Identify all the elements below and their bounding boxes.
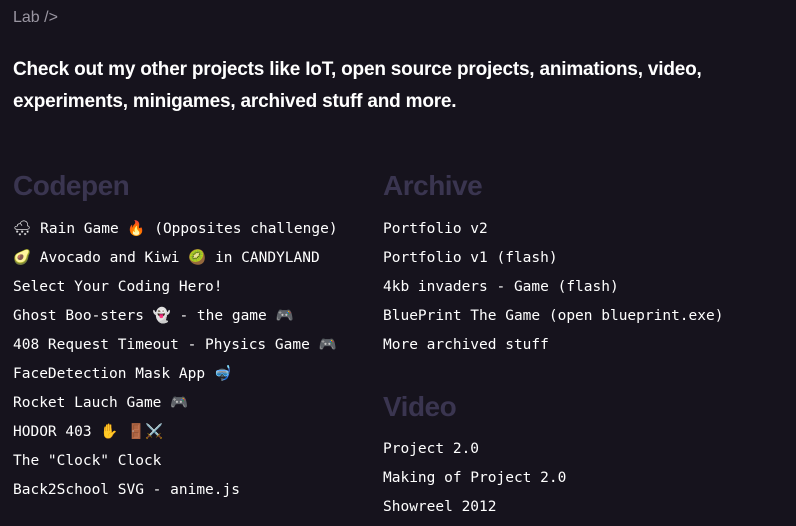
codepen-link[interactable]: FaceDetection Mask App 🤿	[13, 366, 232, 382]
list-item: Project 2.0	[383, 435, 566, 464]
archive-list: Portfolio v2 Portfolio v1 (flash) 4kb in…	[383, 215, 723, 360]
list-item: FaceDetection Mask App 🤿	[13, 360, 338, 389]
breadcrumb: Lab />	[13, 9, 58, 26]
list-item: 408 Request Timeout - Physics Game 🎮	[13, 331, 338, 360]
video-link[interactable]: Making of Project 2.0	[383, 470, 566, 486]
video-link[interactable]: Project 2.0	[383, 441, 479, 457]
section-title-video: Video	[383, 391, 457, 422]
archive-link[interactable]: 4kb invaders - Game (flash)	[383, 279, 619, 295]
codepen-link[interactable]: 408 Request Timeout - Physics Game 🎮	[13, 337, 337, 353]
list-item: More archived stuff	[383, 331, 723, 360]
codepen-link[interactable]: 🌨 Rain Game 🔥 (Opposites challenge)	[13, 221, 338, 237]
list-item: Making of Project 2.0	[383, 464, 566, 493]
list-item: The "Clock" Clock	[13, 447, 338, 476]
codepen-link[interactable]: The "Clock" Clock	[13, 453, 161, 469]
codepen-link[interactable]: Ghost Boo-sters 👻 - the game 🎮	[13, 308, 294, 324]
section-title-codepen: Codepen	[13, 170, 130, 201]
codepen-list: 🌨 Rain Game 🔥 (Opposites challenge) 🥑 Av…	[13, 215, 338, 505]
codepen-link[interactable]: Back2School SVG - anime.js	[13, 482, 240, 498]
codepen-link[interactable]: Select Your Coding Hero!	[13, 279, 223, 295]
video-list: Project 2.0 Making of Project 2.0 Showre…	[383, 435, 566, 522]
list-item: HODOR 403 ✋ 🚪⚔️	[13, 418, 338, 447]
list-item: Portfolio v1 (flash)	[383, 244, 723, 273]
list-item: Rocket Lauch Game 🎮	[13, 389, 338, 418]
codepen-link[interactable]: Rocket Lauch Game 🎮	[13, 395, 188, 411]
list-item: 4kb invaders - Game (flash)	[383, 273, 723, 302]
list-item: 🌨 Rain Game 🔥 (Opposites challenge)	[13, 215, 338, 244]
archive-link[interactable]: Portfolio v1 (flash)	[383, 250, 558, 266]
list-item: BluePrint The Game (open blueprint.exe)	[383, 302, 723, 331]
list-item: Portfolio v2	[383, 215, 723, 244]
list-item: Select Your Coding Hero!	[13, 273, 338, 302]
list-item: Showreel 2012	[383, 493, 566, 522]
video-link[interactable]: Showreel 2012	[383, 499, 497, 515]
intro-text: Check out my other projects like IoT, op…	[13, 59, 702, 112]
archive-link[interactable]: Portfolio v2	[383, 221, 488, 237]
list-item: 🥑 Avocado and Kiwi 🥝 in CANDYLAND	[13, 244, 338, 273]
archive-link[interactable]: BluePrint The Game (open blueprint.exe)	[383, 308, 723, 324]
section-title-archive: Archive	[383, 170, 483, 201]
list-item: Ghost Boo-sters 👻 - the game 🎮	[13, 302, 338, 331]
codepen-link[interactable]: 🥑 Avocado and Kiwi 🥝 in CANDYLAND	[13, 250, 320, 266]
list-item: Back2School SVG - anime.js	[13, 476, 338, 505]
codepen-link[interactable]: HODOR 403 ✋ 🚪⚔️	[13, 424, 163, 440]
archive-link[interactable]: More archived stuff	[383, 337, 549, 353]
